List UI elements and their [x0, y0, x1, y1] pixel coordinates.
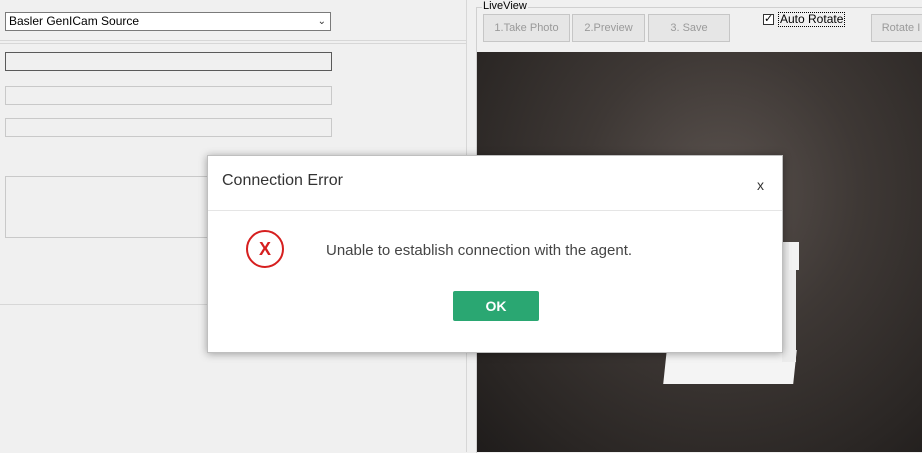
connection-error-dialog: Connection Error x X Unable to establish…: [207, 155, 783, 353]
text-field-2[interactable]: [5, 86, 332, 105]
divider: [0, 43, 466, 44]
text-field-3[interactable]: [5, 118, 332, 137]
auto-rotate-label[interactable]: Auto Rotate: [778, 11, 846, 27]
image-content: [789, 242, 799, 270]
close-icon[interactable]: x: [757, 177, 764, 193]
take-photo-button[interactable]: 1.Take Photo: [483, 14, 570, 42]
preview-button[interactable]: 2.Preview: [572, 14, 645, 42]
error-x-icon: X: [246, 230, 284, 268]
liveview-label: LiveView: [482, 0, 528, 12]
checkbox-checked-icon[interactable]: [763, 12, 774, 25]
source-select[interactable]: Basler GenICam Source ⌄: [5, 12, 331, 31]
ok-button[interactable]: OK: [453, 291, 539, 321]
chevron-down-icon: ⌄: [317, 16, 326, 27]
error-icon-glyph: X: [258, 238, 271, 259]
dialog-message: Unable to establish connection with the …: [326, 242, 633, 259]
source-select-value: Basler GenICam Source: [9, 14, 140, 28]
image-content: [663, 350, 797, 384]
dialog-title: Connection Error: [222, 172, 343, 189]
save-button[interactable]: 3. Save: [648, 14, 730, 42]
rotate-button[interactable]: Rotate I: [871, 14, 922, 42]
divider: [0, 40, 466, 41]
dialog-header: Connection Error x: [208, 156, 782, 211]
text-field-1[interactable]: [5, 52, 332, 71]
auto-rotate-checkbox[interactable]: Auto Rotate: [763, 11, 846, 27]
